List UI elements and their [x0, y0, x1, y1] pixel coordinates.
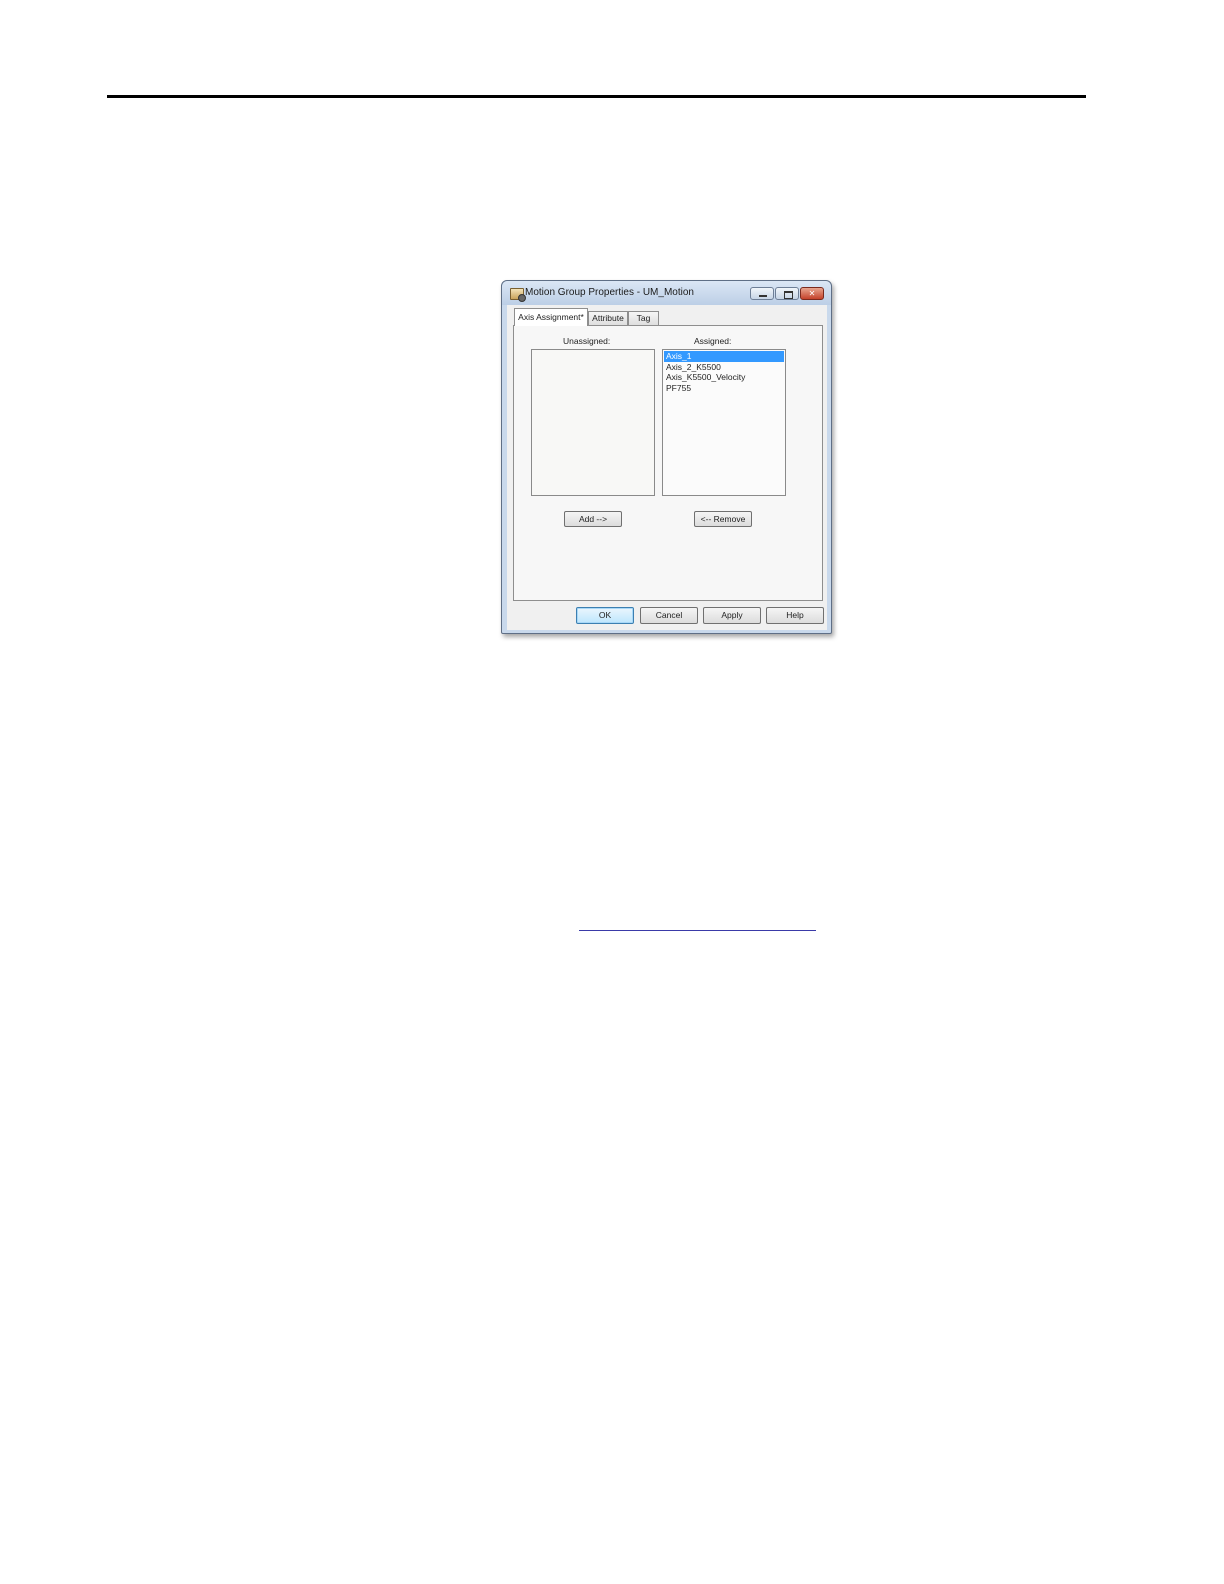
- list-item[interactable]: PF755: [664, 383, 784, 394]
- assigned-listbox[interactable]: Axis_1 Axis_2_K5500 Axis_K5500_Velocity PF7…: [662, 349, 786, 496]
- cancel-button[interactable]: Cancel: [640, 607, 698, 624]
- list-item[interactable]: Axis_2_K5500: [664, 362, 784, 373]
- motion-group-icon: [510, 288, 526, 302]
- close-icon: ✕: [808, 289, 816, 298]
- tab-axis-assignment[interactable]: Axis Assignment*: [514, 308, 588, 326]
- hyperlink-underline[interactable]: [579, 930, 816, 931]
- dialog-client-area: Axis Assignment* Attribute Tag Unassigne…: [507, 305, 827, 630]
- close-button[interactable]: ✕: [800, 287, 824, 300]
- add-button[interactable]: Add -->: [564, 511, 622, 527]
- remove-button[interactable]: <-- Remove: [694, 511, 752, 527]
- assigned-label: Assigned:: [694, 336, 732, 346]
- ok-button[interactable]: OK: [576, 607, 634, 624]
- motion-group-properties-dialog: Motion Group Properties - UM_Motion ✕ Ax…: [501, 280, 832, 634]
- help-button[interactable]: Help: [766, 607, 824, 624]
- maximize-icon: [784, 291, 793, 299]
- minimize-button[interactable]: [750, 287, 774, 300]
- maximize-button[interactable]: [775, 287, 799, 300]
- unassigned-label: Unassigned:: [563, 336, 611, 346]
- window-title: Motion Group Properties - UM_Motion: [525, 287, 694, 298]
- minimize-icon: [759, 295, 767, 297]
- list-item[interactable]: Axis_K5500_Velocity: [664, 372, 784, 383]
- list-item[interactable]: Axis_1: [664, 351, 784, 362]
- unassigned-listbox[interactable]: [531, 349, 655, 496]
- tab-attribute[interactable]: Attribute: [588, 311, 628, 325]
- page-header-rule: [107, 95, 1086, 98]
- title-bar[interactable]: Motion Group Properties - UM_Motion ✕: [502, 281, 831, 305]
- axis-assignment-panel: Unassigned: Assigned: Axis_1 Axis_2_K5500…: [513, 325, 823, 601]
- tab-tag[interactable]: Tag: [628, 311, 659, 325]
- apply-button[interactable]: Apply: [703, 607, 761, 624]
